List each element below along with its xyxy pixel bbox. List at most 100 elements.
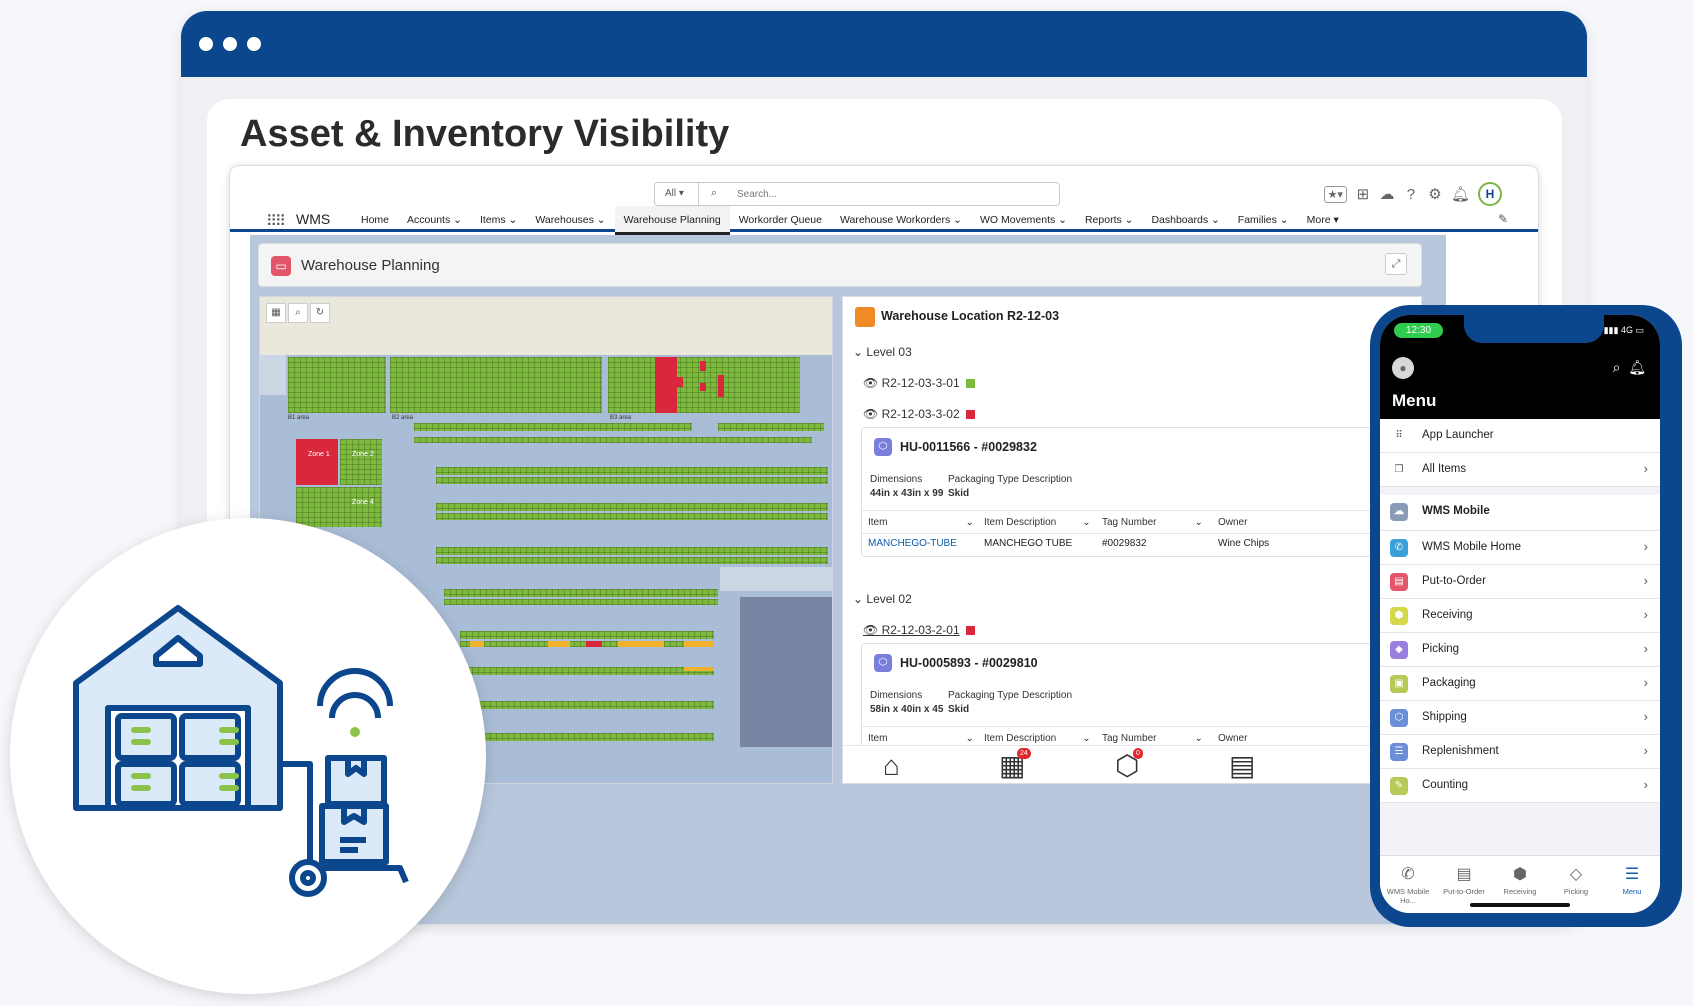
location-detail-panel: Warehouse Location R2-12-03 ⌄ Level 03 👁… — [842, 296, 1422, 784]
user-avatar[interactable]: H — [1478, 182, 1502, 206]
level-toggle[interactable]: ⌄ Level 02 — [853, 592, 912, 606]
column-header[interactable]: Tag Number ⌄ — [1102, 733, 1203, 744]
rack-block[interactable] — [288, 357, 386, 413]
rack-row[interactable] — [460, 667, 714, 675]
bell-icon[interactable]: 🔔︎ — [1451, 185, 1470, 203]
search-icon[interactable]: ⌕ — [1613, 359, 1621, 375]
edit-nav-icon[interactable]: ✎ — [1498, 212, 1508, 226]
rack-row[interactable] — [718, 423, 824, 431]
rack-row[interactable] — [414, 423, 692, 431]
menu-item-picking[interactable]: ◆ Picking › — [1380, 633, 1660, 667]
nav-item-home[interactable]: Home — [352, 206, 398, 232]
nav-item-families[interactable]: Families ⌄ — [1229, 206, 1298, 232]
area-label: B1 area — [288, 415, 310, 421]
menu-icon: ☰ — [1624, 866, 1640, 883]
tab-receiving[interactable]: ⬢ Receiving — [1492, 864, 1548, 896]
rack-row[interactable] — [436, 503, 828, 511]
column-header[interactable]: Item ⌄ — [868, 733, 974, 744]
rack-row[interactable] — [414, 437, 812, 443]
status-square — [965, 379, 975, 389]
help-icon[interactable]: ? — [1403, 186, 1419, 203]
item-link[interactable]: MANCHEGO-TUBE — [868, 538, 957, 549]
nav-item-items[interactable]: Items ⌄ — [471, 206, 526, 232]
menu-item-receiving[interactable]: ⬢ Receiving › — [1380, 599, 1660, 633]
rack-row[interactable] — [436, 557, 828, 564]
column-header[interactable]: Item Description ⌄ — [984, 733, 1091, 744]
detail-dock: ⌂ ▦ 24 ⬡ 0 ▤ — [843, 745, 1421, 783]
location-row[interactable]: 👁︎ R2-12-03-2-01 — [863, 623, 975, 637]
zoom-icon[interactable]: ⌕ — [288, 303, 308, 323]
nav-item-dashboards[interactable]: Dashboards ⌄ — [1142, 206, 1228, 232]
level-toggle[interactable]: ⌄ Level 03 — [853, 345, 912, 359]
rack-row[interactable] — [436, 513, 828, 520]
monitor-icon: ▭ — [271, 256, 291, 276]
search-input[interactable]: Search... — [737, 189, 777, 200]
tab-picking[interactable]: ◇ Picking — [1548, 864, 1604, 896]
rack-row[interactable] — [436, 477, 828, 484]
location-row[interactable]: 👁︎ R2-12-03-3-01 — [863, 376, 975, 390]
item-description: MANCHEGO TUBE — [984, 538, 1073, 549]
menu-item-shipping[interactable]: ⬡ Shipping › — [1380, 701, 1660, 735]
status-square — [965, 626, 975, 636]
nav-item-reports[interactable]: Reports ⌄ — [1076, 206, 1142, 232]
column-header[interactable]: Owner — [1218, 517, 1247, 528]
expand-icon[interactable]: ⤢ — [1385, 253, 1407, 275]
nav-item-warehouse-workorders[interactable]: Warehouse Workorders ⌄ — [831, 206, 971, 232]
menu-item-app-launcher[interactable]: ⠿ App Launcher — [1380, 419, 1660, 453]
nav-item-warehouses[interactable]: Warehouses ⌄ — [526, 206, 614, 232]
location-row[interactable]: 👁︎ R2-12-03-3-02 — [863, 407, 975, 421]
rack-row[interactable] — [460, 733, 714, 741]
menu-item-put-to-order[interactable]: ▤ Put-to-Order › — [1380, 565, 1660, 599]
tab-menu[interactable]: ☰ Menu — [1604, 864, 1660, 896]
warehouse-icon[interactable]: ⌂ — [883, 750, 900, 782]
column-header[interactable]: Item Description ⌄ — [984, 517, 1091, 528]
nav-item-accounts[interactable]: Accounts ⌄ — [398, 206, 471, 232]
phone-header: 12:30 ▮▮▮ 4G ▭ ● ⌕ 🔔︎ Menu — [1380, 315, 1660, 419]
occupied-slot — [677, 377, 683, 387]
rack-row[interactable] — [460, 631, 714, 639]
nav-item-more[interactable]: More ▾ — [1298, 206, 1348, 232]
stacked-boxes-icon[interactable]: ▦ 24 — [999, 748, 1031, 782]
rack-block[interactable] — [390, 357, 602, 413]
tab-wms-mobile-home[interactable]: ✆ WMS Mobile Ho... — [1380, 864, 1436, 905]
zone-block[interactable] — [340, 439, 382, 485]
status-bar: ▮▮▮ 4G ▭ — [1603, 325, 1644, 335]
layers-icon[interactable]: ▦ — [266, 303, 286, 323]
nav-item-wo-movements[interactable]: WO Movements ⌄ — [971, 206, 1076, 232]
chevron-right-icon: › — [1643, 777, 1648, 792]
package-icon[interactable]: ⬡ 0 — [1115, 748, 1143, 782]
gear-icon[interactable]: ⚙ — [1427, 185, 1443, 203]
box-icon: ⬡ — [874, 438, 892, 456]
global-search[interactable]: All ▾ ⌕ Search... — [654, 182, 1060, 206]
copy-icon: ❐ — [1394, 464, 1404, 475]
menu-item-packaging[interactable]: ▣ Packaging › — [1380, 667, 1660, 701]
refresh-icon[interactable]: ↻ — [310, 303, 330, 323]
column-header[interactable]: Tag Number ⌄ — [1102, 517, 1203, 528]
bell-icon[interactable]: 🔔︎ — [1628, 359, 1646, 375]
rack-row[interactable] — [460, 701, 714, 709]
menu-item-wms-mobile-home[interactable]: ✆ WMS Mobile Home › — [1380, 531, 1660, 565]
chevron-right-icon: › — [1643, 641, 1648, 656]
favorites-icon[interactable]: ★▾ — [1323, 185, 1347, 203]
column-header[interactable]: Owner — [1218, 733, 1247, 744]
tab-put-to-order[interactable]: ▤ Put-to-Order — [1436, 864, 1492, 896]
column-header[interactable]: Item ⌄ — [868, 517, 974, 528]
app-launcher-icon[interactable]: ⠿⠿ — [266, 212, 286, 230]
zone-block[interactable] — [296, 439, 338, 485]
menu-item-replenishment[interactable]: ☰ Replenishment › — [1380, 735, 1660, 769]
user-icon[interactable]: ● — [1392, 357, 1414, 379]
map-block — [720, 567, 832, 591]
rack-row[interactable] — [436, 467, 828, 475]
menu-item-all-items[interactable]: ❐ All Items › — [1380, 453, 1660, 487]
menu-item-counting[interactable]: ✎ Counting › — [1380, 769, 1660, 803]
add-icon[interactable]: ⊞ — [1355, 185, 1371, 203]
dimensions-field: Dimensions 44in x 43in x 99 — [870, 474, 944, 499]
nav-item-workorder-queue[interactable]: Workorder Queue — [730, 206, 831, 232]
rack-row[interactable] — [436, 547, 828, 555]
tag-number: #0029832 — [1102, 538, 1147, 549]
shelving-icon[interactable]: ▤ — [1229, 750, 1255, 782]
trailhead-icon[interactable]: ☁ — [1379, 185, 1395, 203]
nav-item-warehouse-planning[interactable]: Warehouse Planning — [614, 206, 730, 235]
owner: Wine Chips — [1218, 538, 1270, 549]
search-scope-select[interactable]: All ▾ — [655, 183, 699, 205]
